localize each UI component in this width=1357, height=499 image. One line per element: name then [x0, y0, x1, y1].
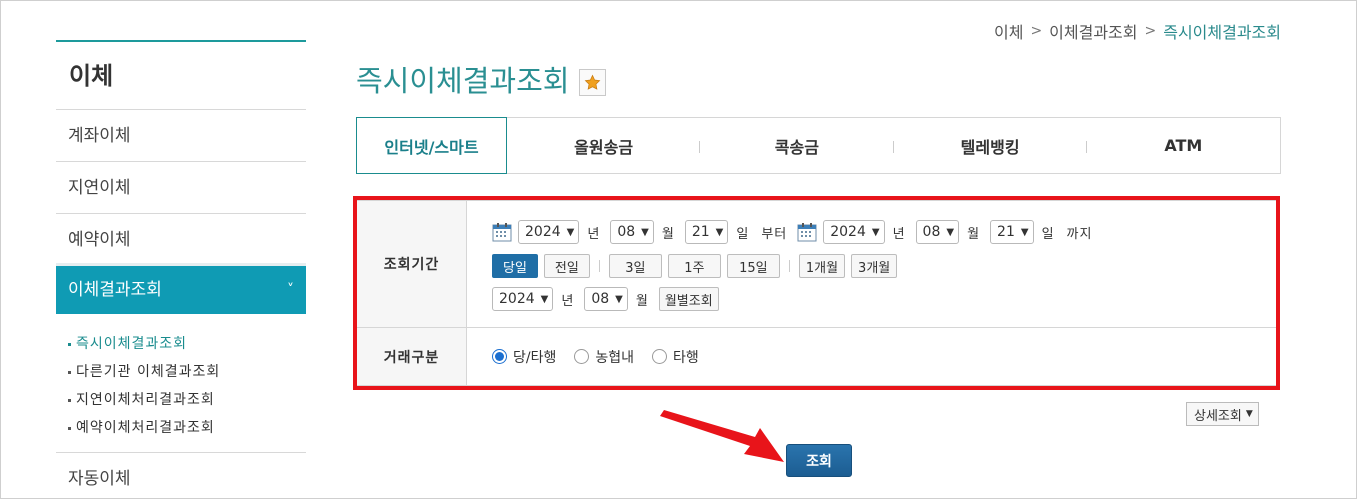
breadcrumb-item-transfer[interactable]: 이체	[994, 19, 1023, 43]
detail-search-label: 상세조회	[1194, 408, 1242, 424]
sidebar-item-transfer-result[interactable]: 이체결과조회 ˅	[56, 266, 306, 314]
chevron-down-icon: ˅	[287, 282, 294, 298]
breadcrumb-separator: >	[1144, 23, 1157, 39]
sidebar-item-scheduled-transfer[interactable]: 예약이체	[56, 214, 306, 266]
tab-internet-smart[interactable]: 인터넷/스마트	[356, 117, 507, 174]
red-arrow-annotation	[660, 410, 784, 462]
sidebar-item-delayed-transfer[interactable]: 지연이체	[56, 162, 306, 214]
sidebar-item-label: 이체결과조회	[68, 280, 162, 300]
sub-item-instant-result[interactable]: 즉시이체결과조회	[68, 330, 306, 358]
breadcrumb-separator: >	[1030, 23, 1043, 39]
sub-item-other-bank-result[interactable]: 다른기관 이체결과조회	[68, 358, 306, 386]
favorite-button[interactable]	[579, 68, 607, 96]
sidebar: 이체 계좌이체 지연이체 예약이체 이체결과조회 ˅ 즉시이체결과조회 다른기관…	[56, 40, 306, 499]
chevron-down-icon: ▼	[1245, 409, 1253, 419]
sidebar-title: 이체	[56, 42, 306, 110]
tab-bar: 인터넷/스마트 올원송금 콕송금 텔레뱅킹 ATM	[356, 117, 1281, 174]
sub-item-delayed-result[interactable]: 지연이체처리결과조회	[68, 386, 306, 414]
tab-telebanking[interactable]: 텔레뱅킹	[894, 118, 1087, 173]
star-icon	[585, 74, 601, 90]
highlight-outline	[353, 196, 1280, 390]
page-title: 즉시이체결과조회	[356, 58, 607, 100]
tab-atm[interactable]: ATM	[1087, 118, 1280, 173]
tab-kok-remit[interactable]: 콕송금	[700, 118, 894, 173]
detail-search-button[interactable]: 상세조회 ▼	[1186, 402, 1259, 426]
tab-allone-remit[interactable]: 올원송금	[507, 118, 701, 173]
sidebar-item-auto-transfer[interactable]: 자동이체	[56, 453, 306, 499]
sub-item-scheduled-result[interactable]: 예약이체처리결과조회	[68, 414, 306, 442]
page-title-text: 즉시이체결과조회	[356, 64, 570, 98]
breadcrumb-item-current: 즉시이체결과조회	[1163, 23, 1281, 42]
breadcrumb-item-result[interactable]: 이체결과조회	[1049, 19, 1137, 43]
sidebar-sub-list: 즉시이체결과조회 다른기관 이체결과조회 지연이체처리결과조회 예약이체처리결과…	[56, 314, 306, 453]
search-button[interactable]: 조회	[786, 444, 852, 477]
breadcrumb: 이체 > 이체결과조회 > 즉시이체결과조회	[994, 19, 1281, 43]
sidebar-item-account-transfer[interactable]: 계좌이체	[56, 110, 306, 162]
